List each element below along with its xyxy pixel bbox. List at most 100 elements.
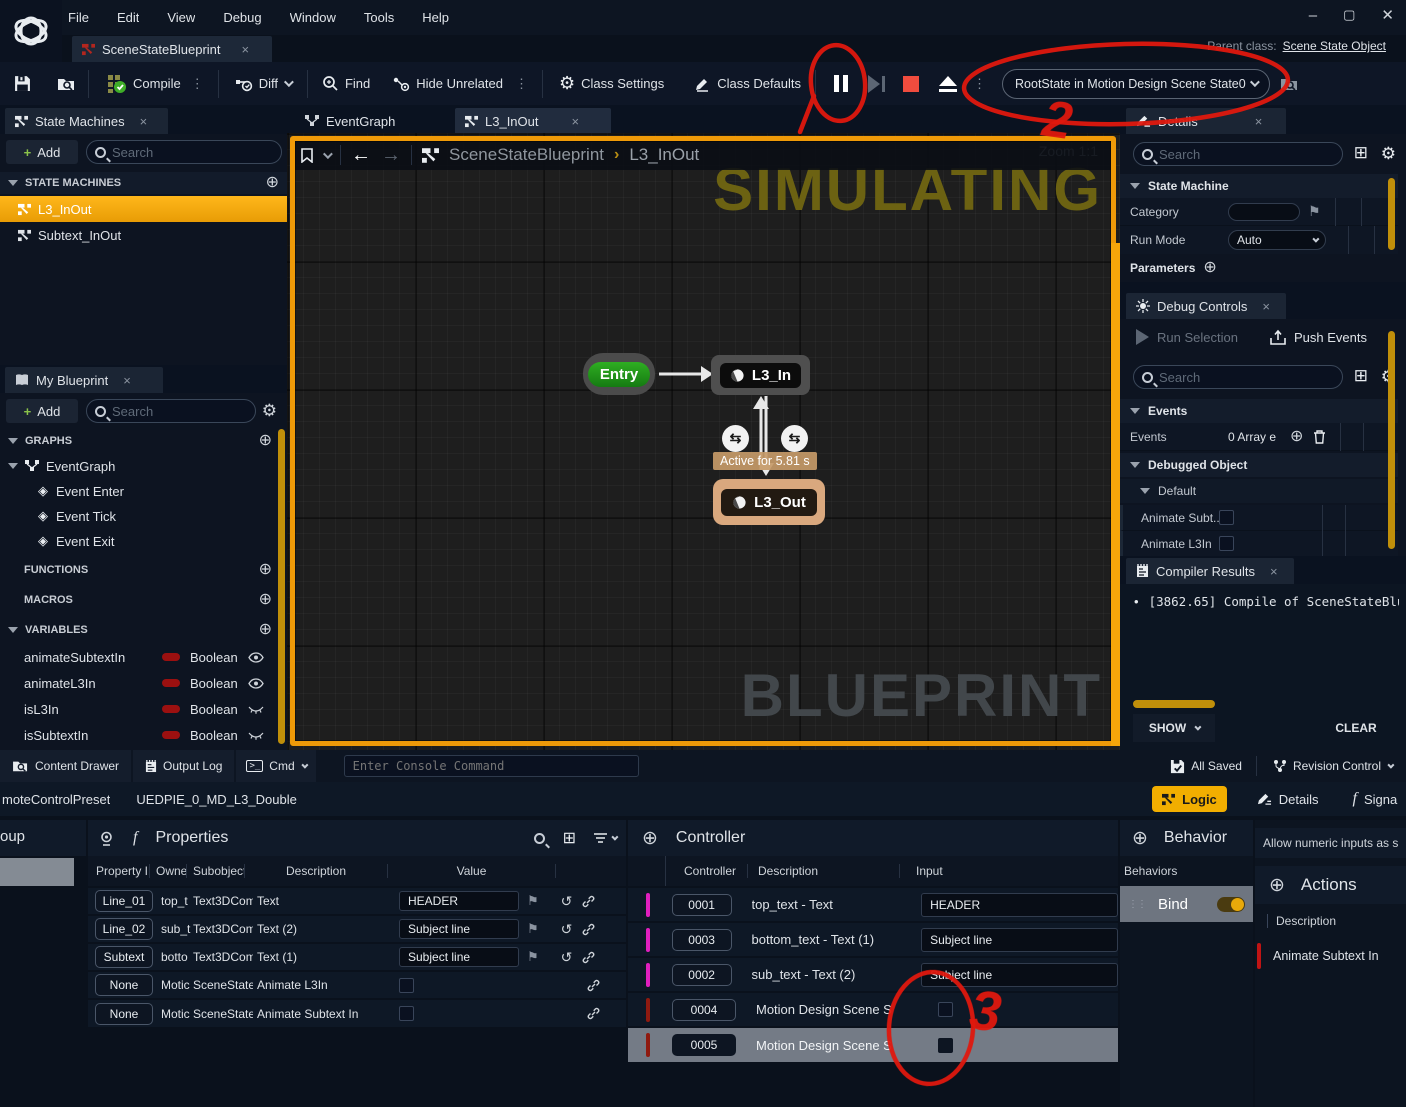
console-command-input[interactable]	[344, 755, 639, 777]
tab-l3-inout-active[interactable]: L3_InOut ×	[455, 108, 611, 134]
controller-row[interactable]: 0002 sub_text - Text (2) Subject line	[628, 958, 1118, 992]
link-icon[interactable]	[582, 895, 595, 908]
browse-debug-object-button[interactable]	[1270, 76, 1309, 92]
transition-rule-icon[interactable]: ⇆	[781, 425, 808, 452]
tree-item-eventgraph[interactable]: EventGraph	[8, 455, 115, 477]
graph-viewport[interactable]: SIMULATING BLUEPRINT Zoom 1:1 ← → SceneS…	[287, 133, 1120, 750]
property-row[interactable]: None Motic SceneState Animate Subtext In	[88, 1000, 626, 1027]
hide-unrelated-button[interactable]: Hide Unrelated	[384, 76, 511, 92]
tab-details[interactable]: Details ×	[1126, 108, 1286, 134]
behavior-item-bind[interactable]: ⋮⋮ Bind	[1120, 886, 1253, 922]
controller-row[interactable]: 0004 Motion Design Scene S	[628, 993, 1118, 1027]
add-behavior-icon[interactable]: ⊕	[1132, 829, 1148, 848]
property-row[interactable]: Line_01 top_t Text3DCom Text HEADER ⚑ ↺	[88, 888, 626, 915]
add-parameter-icon[interactable]: ⊕	[1203, 260, 1216, 276]
add-section-icon[interactable]: ⊕	[266, 175, 279, 191]
diff-button[interactable]: Diff	[219, 76, 307, 92]
tab-details-bottom[interactable]: Details	[1257, 792, 1319, 807]
debug-object-dropdown[interactable]: RootState in Motion Design Scene State0	[1002, 69, 1270, 99]
play-options-icon[interactable]: ⋮	[967, 76, 1002, 92]
list-item-l3-inout[interactable]: L3_InOut	[0, 196, 287, 222]
menu-debug[interactable]: Debug	[223, 10, 261, 25]
bind-toggle[interactable]	[1217, 897, 1245, 912]
col-description[interactable]: Description	[245, 864, 388, 878]
close-icon[interactable]: ×	[140, 114, 148, 129]
entry-node[interactable]: Entry	[583, 353, 655, 395]
clear-button[interactable]: CLEAR	[1320, 714, 1392, 742]
blueprint-settings-gear-icon[interactable]: ⚙	[262, 401, 277, 421]
menu-view[interactable]: View	[167, 10, 195, 25]
debug-scrollbar[interactable]	[1388, 331, 1395, 549]
details-search[interactable]	[1133, 142, 1343, 166]
parent-class-link[interactable]: Scene State Object	[1283, 39, 1386, 53]
revision-control-button[interactable]: Revision Control	[1259, 750, 1406, 782]
variable-row[interactable]: isL3In Boolean	[24, 698, 274, 720]
debug-search[interactable]	[1133, 365, 1343, 389]
controller-row[interactable]: 0001 top_text - Text HEADER	[628, 888, 1118, 922]
col-input[interactable]: Input	[900, 864, 1020, 878]
group-item-selected[interactable]	[0, 858, 74, 886]
tab-debug-controls[interactable]: Debug Controls ×	[1126, 293, 1286, 319]
undo-icon[interactable]: ↺	[561, 921, 573, 938]
controller-checkbox[interactable]	[938, 1002, 953, 1017]
tree-item-event-enter[interactable]: ◈ Event Enter	[38, 480, 124, 502]
all-saved-button[interactable]: All Saved	[1158, 750, 1254, 782]
category-input[interactable]	[1228, 203, 1300, 221]
action-item[interactable]: Animate Subtext In	[1257, 940, 1406, 972]
close-icon[interactable]: ×	[572, 114, 580, 129]
section-functions[interactable]: FUNCTIONS	[24, 564, 88, 576]
tab-logic-active[interactable]: Logic	[1152, 786, 1227, 812]
col-property-id[interactable]: Property ID	[88, 864, 150, 878]
menu-edit[interactable]: Edit	[117, 10, 139, 25]
tab-compiler-results[interactable]: Compiler Results ×	[1126, 558, 1294, 584]
variable-row[interactable]: animateL3In Boolean	[24, 672, 274, 694]
my-blueprint-search[interactable]	[86, 399, 256, 423]
push-events-button[interactable]: Push Events	[1270, 329, 1367, 345]
tab-signal[interactable]: f Signa	[1353, 790, 1406, 808]
drag-handle-icon[interactable]: ⋮⋮	[1128, 899, 1146, 910]
doc-tab-scenestateblueprint[interactable]: SceneStateBlueprint ×	[72, 36, 272, 62]
section-variables[interactable]: VARIABLES	[25, 624, 88, 636]
compiler-message[interactable]: [3862.65] Compile of SceneStateBlu	[1149, 594, 1399, 609]
add-graph-icon[interactable]: ⊕	[259, 433, 272, 449]
add-macro-icon[interactable]: ⊕	[259, 592, 272, 608]
tab-my-blueprint[interactable]: My Blueprint ×	[5, 367, 163, 393]
menu-tools[interactable]: Tools	[364, 10, 394, 25]
transition-rule-icon[interactable]: ⇆	[722, 425, 749, 452]
l3-out-node[interactable]: L3_Out	[713, 479, 825, 525]
frame-skip-button[interactable]	[860, 75, 893, 93]
col-subobject[interactable]: Subobject I	[187, 864, 245, 878]
compiler-hscrollbar[interactable]	[1133, 700, 1215, 708]
browse-asset-button[interactable]	[45, 76, 88, 92]
window-minimize-icon[interactable]: –	[1309, 7, 1317, 24]
variable-row[interactable]: isSubtextIn Boolean	[24, 724, 274, 746]
tree-item-event-exit[interactable]: ◈ Event Exit	[38, 530, 115, 552]
state-machines-search[interactable]	[86, 140, 282, 164]
filter-icon[interactable]	[594, 833, 616, 843]
link-icon[interactable]	[587, 979, 600, 992]
details-settings-gear-icon[interactable]: ⚙	[1381, 144, 1396, 164]
flag-icon[interactable]: ⚑	[1308, 203, 1321, 220]
stop-button[interactable]	[893, 76, 929, 92]
list-item-subtext-inout[interactable]: Subtext_InOut	[0, 222, 287, 248]
eject-button[interactable]	[929, 76, 967, 92]
property-checkbox[interactable]	[399, 978, 414, 993]
controller-row-selected[interactable]: 0005 Motion Design Scene S	[628, 1028, 1118, 1062]
add-action-icon[interactable]: ⊕	[1269, 876, 1285, 895]
flag-icon[interactable]: ⚑	[527, 949, 539, 965]
col-controller[interactable]: Controller	[666, 864, 748, 878]
link-icon[interactable]	[582, 923, 595, 936]
col-controller-description[interactable]: Description	[748, 864, 900, 878]
output-log-button[interactable]: Output Log	[133, 750, 234, 782]
animate-l3in-checkbox[interactable]	[1219, 536, 1234, 551]
tree-item-event-tick[interactable]: ◈ Event Tick	[38, 505, 116, 527]
run-mode-dropdown[interactable]: Auto	[1228, 230, 1326, 250]
my-blueprint-scrollbar[interactable]	[278, 429, 285, 744]
content-drawer-button[interactable]: Content Drawer	[0, 750, 131, 782]
link-icon[interactable]	[582, 951, 595, 964]
link-icon[interactable]	[587, 1007, 600, 1020]
display-filter-icon[interactable]: ⊞	[1354, 366, 1368, 386]
flag-icon[interactable]: ⚑	[527, 893, 539, 909]
animate-subtext-checkbox[interactable]	[1219, 510, 1234, 525]
undo-icon[interactable]: ↺	[561, 949, 573, 966]
